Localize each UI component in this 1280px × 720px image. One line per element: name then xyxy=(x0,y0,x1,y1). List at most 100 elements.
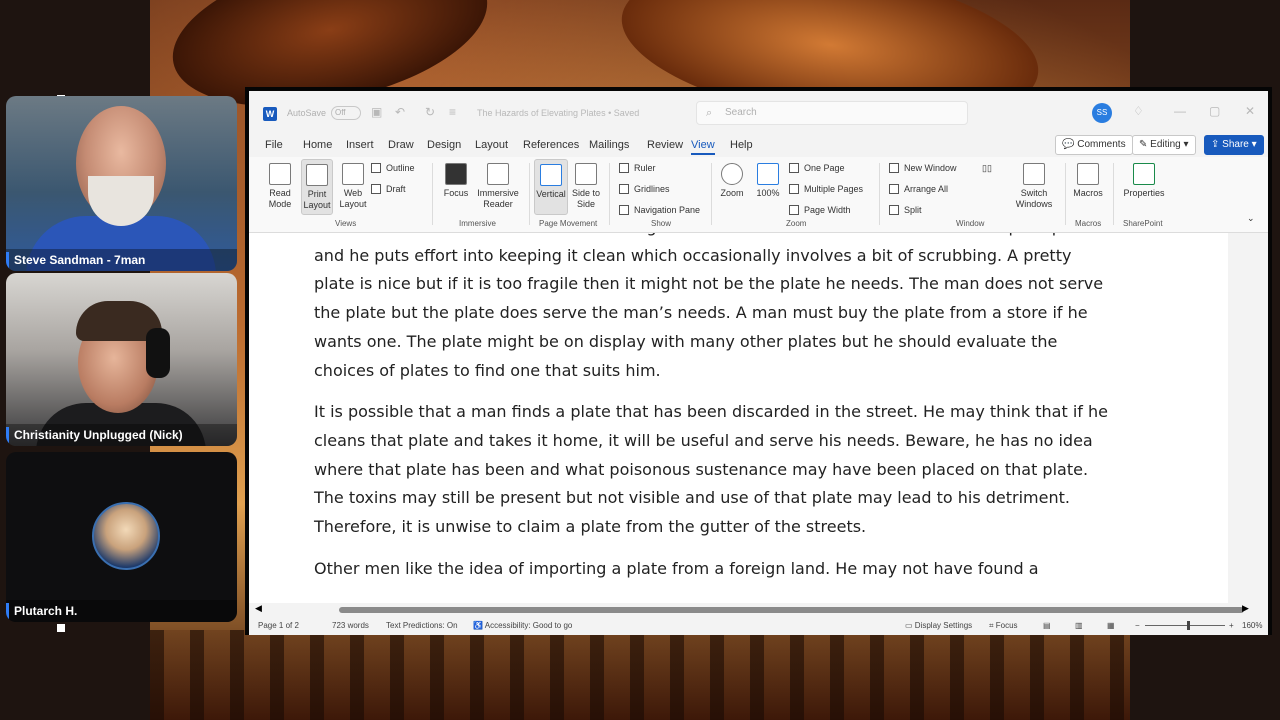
scroll-right-icon[interactable]: ▶ xyxy=(1242,603,1249,614)
tab-file[interactable]: File xyxy=(265,139,283,151)
tab-view[interactable]: View xyxy=(691,139,715,155)
customize-icon[interactable]: ≡ xyxy=(449,105,456,119)
undo-icon[interactable]: ↶ xyxy=(395,105,405,119)
tab-draw[interactable]: Draw xyxy=(388,139,414,151)
status-bar: Page 1 of 2 723 words Text Predictions: … xyxy=(249,617,1268,635)
page-width-icon xyxy=(789,205,799,215)
lightbulb-icon[interactable]: ♢ xyxy=(1133,104,1144,118)
collapse-ribbon-icon[interactable]: ⌄ xyxy=(1247,213,1255,224)
read-mode-button[interactable]: Read Mode xyxy=(265,163,295,210)
web-layout-button[interactable]: Web Layout xyxy=(338,163,368,210)
tab-insert[interactable]: Insert xyxy=(346,139,374,151)
document-body[interactable]: he needs it to remain intact without tak… xyxy=(314,233,1114,596)
accessibility-icon: ♿ xyxy=(473,621,485,630)
one-page-button[interactable]: One Page xyxy=(789,163,845,173)
arrange-all-button[interactable]: Arrange All xyxy=(889,184,948,194)
tile-indicator xyxy=(57,624,65,632)
editing-button[interactable]: ✎ Editing ▾ xyxy=(1132,135,1196,155)
comments-button[interactable]: 💬 Comments xyxy=(1055,135,1133,155)
zoom-100-icon xyxy=(757,163,779,185)
display-settings-button[interactable]: ▭ Display Settings xyxy=(905,621,972,630)
print-layout-button[interactable]: Print Layout xyxy=(301,159,333,215)
user-avatar[interactable]: SS xyxy=(1092,103,1112,123)
autosave-toggle[interactable]: Off xyxy=(331,106,361,120)
minimize-icon[interactable]: — xyxy=(1174,104,1186,118)
tab-layout[interactable]: Layout xyxy=(475,139,508,151)
print-layout-view-icon[interactable]: ▥ xyxy=(1075,621,1083,630)
word-count[interactable]: 723 words xyxy=(332,621,369,630)
headset xyxy=(146,328,170,378)
focus-icon: ⌗ xyxy=(989,621,996,630)
redo-icon[interactable]: ↻ xyxy=(425,105,435,119)
zoom-out-icon[interactable]: − xyxy=(1135,621,1140,630)
zoom-button[interactable]: Zoom xyxy=(717,163,747,199)
new-window-button[interactable]: New Window xyxy=(889,163,957,173)
tab-review[interactable]: Review xyxy=(647,139,683,151)
vertical-button[interactable]: Vertical xyxy=(534,159,568,215)
tab-references[interactable]: References xyxy=(523,139,579,151)
tab-home[interactable]: Home xyxy=(303,139,332,151)
page-count[interactable]: Page 1 of 2 xyxy=(258,621,299,630)
macros-button[interactable]: Macros xyxy=(1071,163,1105,199)
avatar xyxy=(92,502,160,570)
focus-status-button[interactable]: ⌗ Focus xyxy=(989,621,1018,631)
document-title[interactable]: The Hazards of Elevating Plates • Saved xyxy=(477,108,639,118)
window-group-label: Window xyxy=(956,219,985,228)
zoom-level[interactable]: 160% xyxy=(1242,621,1262,630)
sharepoint-group-label: SharePoint xyxy=(1123,219,1163,228)
side-to-side-icon xyxy=(575,163,597,185)
autosave-label: AutoSave xyxy=(287,108,327,118)
side-by-side-icon[interactable]: ▯▯ xyxy=(982,163,992,174)
zoom-100-button[interactable]: 100% xyxy=(753,163,783,199)
focus-button[interactable]: Focus xyxy=(441,163,471,199)
search-input[interactable]: ⌕ Search xyxy=(696,101,968,125)
paragraph[interactable]: Other men like the idea of importing a p… xyxy=(314,555,1114,584)
immersive-reader-button[interactable]: Immersive Reader xyxy=(473,163,523,210)
tab-help[interactable]: Help xyxy=(730,139,753,151)
participant-tile[interactable]: Plutarch H. xyxy=(6,452,237,622)
one-page-icon xyxy=(789,163,799,173)
switch-windows-button[interactable]: Switch Windows xyxy=(1011,163,1057,210)
ribbon-divider xyxy=(529,163,530,225)
accessibility-status[interactable]: ♿ Accessibility: Good to go xyxy=(473,621,572,630)
split-button[interactable]: Split xyxy=(889,205,922,215)
participant-tile[interactable]: Christianity Unplugged (Nick) xyxy=(6,273,237,446)
side-to-side-button[interactable]: Side to Side xyxy=(569,163,603,210)
tab-mailings[interactable]: Mailings xyxy=(589,139,629,151)
switch-windows-icon xyxy=(1023,163,1045,185)
web-layout-view-icon[interactable]: ▦ xyxy=(1107,621,1115,630)
zoom-slider[interactable] xyxy=(1145,625,1225,626)
maximize-icon[interactable]: ▢ xyxy=(1209,104,1220,118)
read-mode-view-icon[interactable]: ▤ xyxy=(1043,621,1051,630)
close-icon[interactable]: ✕ xyxy=(1245,104,1255,118)
scroll-left-icon[interactable]: ◀ xyxy=(255,603,262,614)
tab-design[interactable]: Design xyxy=(427,139,461,151)
word-window: W AutoSave Off ▣ ↶ ↻ ≡ The Hazards of El… xyxy=(245,87,1272,635)
ruler-checkbox[interactable]: Ruler xyxy=(619,163,656,173)
draft-button[interactable]: Draft xyxy=(371,184,406,194)
multiple-pages-button[interactable]: Multiple Pages xyxy=(789,184,863,194)
gridlines-checkbox[interactable]: Gridlines xyxy=(619,184,670,194)
zoom-slider-knob[interactable] xyxy=(1187,621,1190,630)
background-riders xyxy=(150,630,1150,720)
paragraph[interactable]: It is possible that a man finds a plate … xyxy=(314,398,1114,542)
scrollbar-thumb[interactable] xyxy=(339,607,1244,613)
display-icon: ▭ xyxy=(905,621,915,630)
ribbon-divider xyxy=(432,163,433,225)
share-label: Share xyxy=(1222,139,1249,150)
participant-name: Christianity Unplugged (Nick) xyxy=(6,424,237,446)
save-icon[interactable]: ▣ xyxy=(371,105,382,119)
properties-button[interactable]: Properties xyxy=(1121,163,1167,199)
navigation-pane-checkbox[interactable]: Navigation Pane xyxy=(619,205,700,215)
outline-button[interactable]: Outline xyxy=(371,163,415,173)
paragraph[interactable]: he needs it to remain intact without tak… xyxy=(314,233,1114,385)
page-width-button[interactable]: Page Width xyxy=(789,205,851,215)
ribbon: Read Mode Print Layout Web Layout Outlin… xyxy=(249,157,1268,233)
document-page[interactable]: he needs it to remain intact without tak… xyxy=(249,233,1232,603)
text-predictions[interactable]: Text Predictions: On xyxy=(386,621,458,630)
comments-label: Comments xyxy=(1077,139,1126,150)
zoom-in-icon[interactable]: + xyxy=(1229,621,1234,630)
horizontal-scrollbar[interactable]: ◀ ▶ xyxy=(249,603,1268,617)
participant-tile[interactable]: Steve Sandman - 7man xyxy=(6,96,237,271)
share-button[interactable]: ⇪ Share ▾ xyxy=(1204,135,1264,155)
